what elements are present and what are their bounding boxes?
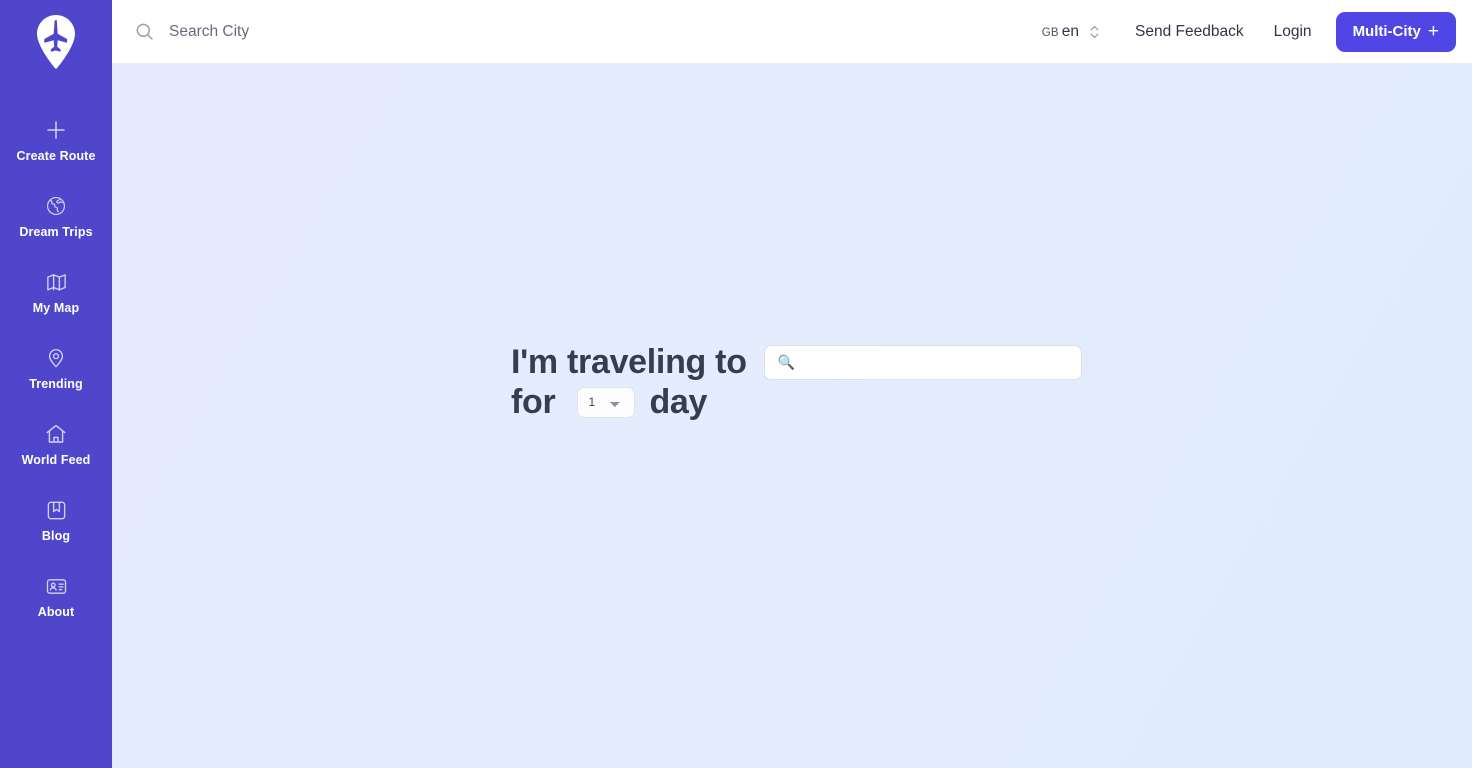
sidebar-item-my-map[interactable]: My Map <box>0 254 112 330</box>
sidebar-item-blog[interactable]: Blog <box>0 482 112 558</box>
search-icon <box>134 21 155 42</box>
globe-icon <box>45 193 67 219</box>
login-link[interactable]: Login <box>1272 17 1314 47</box>
send-feedback-link[interactable]: Send Feedback <box>1133 17 1246 47</box>
content-area: I'm traveling to for 1234567 day <box>112 64 1472 768</box>
sidebar-item-label: Blog <box>41 529 71 544</box>
contact-card-icon <box>45 573 68 599</box>
multi-city-label: Multi-City <box>1352 23 1421 40</box>
top-header: GB en Send Feedback Login Multi-City + <box>112 0 1472 64</box>
plus-icon: + <box>1427 21 1439 42</box>
header-search[interactable] <box>134 21 1034 42</box>
map-icon <box>45 269 68 295</box>
sidebar-item-create-route[interactable]: Create Route <box>0 102 112 178</box>
sidebar-item-world-feed[interactable]: World Feed <box>0 406 112 482</box>
header-actions: GB en Send Feedback Login Multi-City + <box>1034 11 1456 52</box>
days-select[interactable]: 1234567 <box>577 386 636 418</box>
hero-text-traveling-to: I'm traveling to <box>511 343 747 381</box>
chevron-up-down-icon <box>1088 22 1101 42</box>
sidebar-item-dream-trips[interactable]: Dream Trips <box>0 178 112 254</box>
plus-icon <box>44 117 68 143</box>
home-icon <box>44 421 68 447</box>
main-column: GB en Send Feedback Login Multi-City + <box>112 0 1472 768</box>
hero-line-1: I'm traveling to <box>511 342 1131 382</box>
sidebar-item-label: About <box>37 605 75 620</box>
search-input[interactable] <box>169 22 489 41</box>
map-pin-airplane-logo-icon <box>37 15 75 69</box>
bookmark-icon <box>45 497 68 523</box>
hero-search-form: I'm traveling to for 1234567 day <box>511 342 1131 422</box>
sidebar-item-label: My Map <box>32 301 80 316</box>
app-root: Create Route Dream Trips My Map Trending… <box>0 0 1472 768</box>
sidebar-item-label: Dream Trips <box>19 225 93 240</box>
language-value: GB en <box>1042 23 1079 41</box>
sidebar-item-about[interactable]: About <box>0 558 112 634</box>
sidebar-item-label: World Feed <box>21 453 91 468</box>
sidebar-nav: Create Route Dream Trips My Map Trending… <box>0 102 112 634</box>
language-country: GB <box>1041 26 1059 39</box>
sidebar-item-label: Create Route <box>16 149 96 164</box>
sidebar-item-label: Trending <box>29 377 83 392</box>
language-code: en <box>1061 22 1080 40</box>
city-input[interactable] <box>763 344 1082 380</box>
sidebar: Create Route Dream Trips My Map Trending… <box>0 0 112 768</box>
hero-text-for: for <box>511 383 556 422</box>
language-selector[interactable]: GB en <box>1034 16 1109 48</box>
brand-logo[interactable] <box>28 14 84 80</box>
multi-city-button[interactable]: Multi-City + <box>1335 11 1456 52</box>
hero-text-day-unit: day <box>649 383 708 422</box>
hero-line-2: for 1234567 day <box>511 382 1131 422</box>
sidebar-item-trending[interactable]: Trending <box>0 330 112 406</box>
location-pin-icon <box>45 345 67 371</box>
